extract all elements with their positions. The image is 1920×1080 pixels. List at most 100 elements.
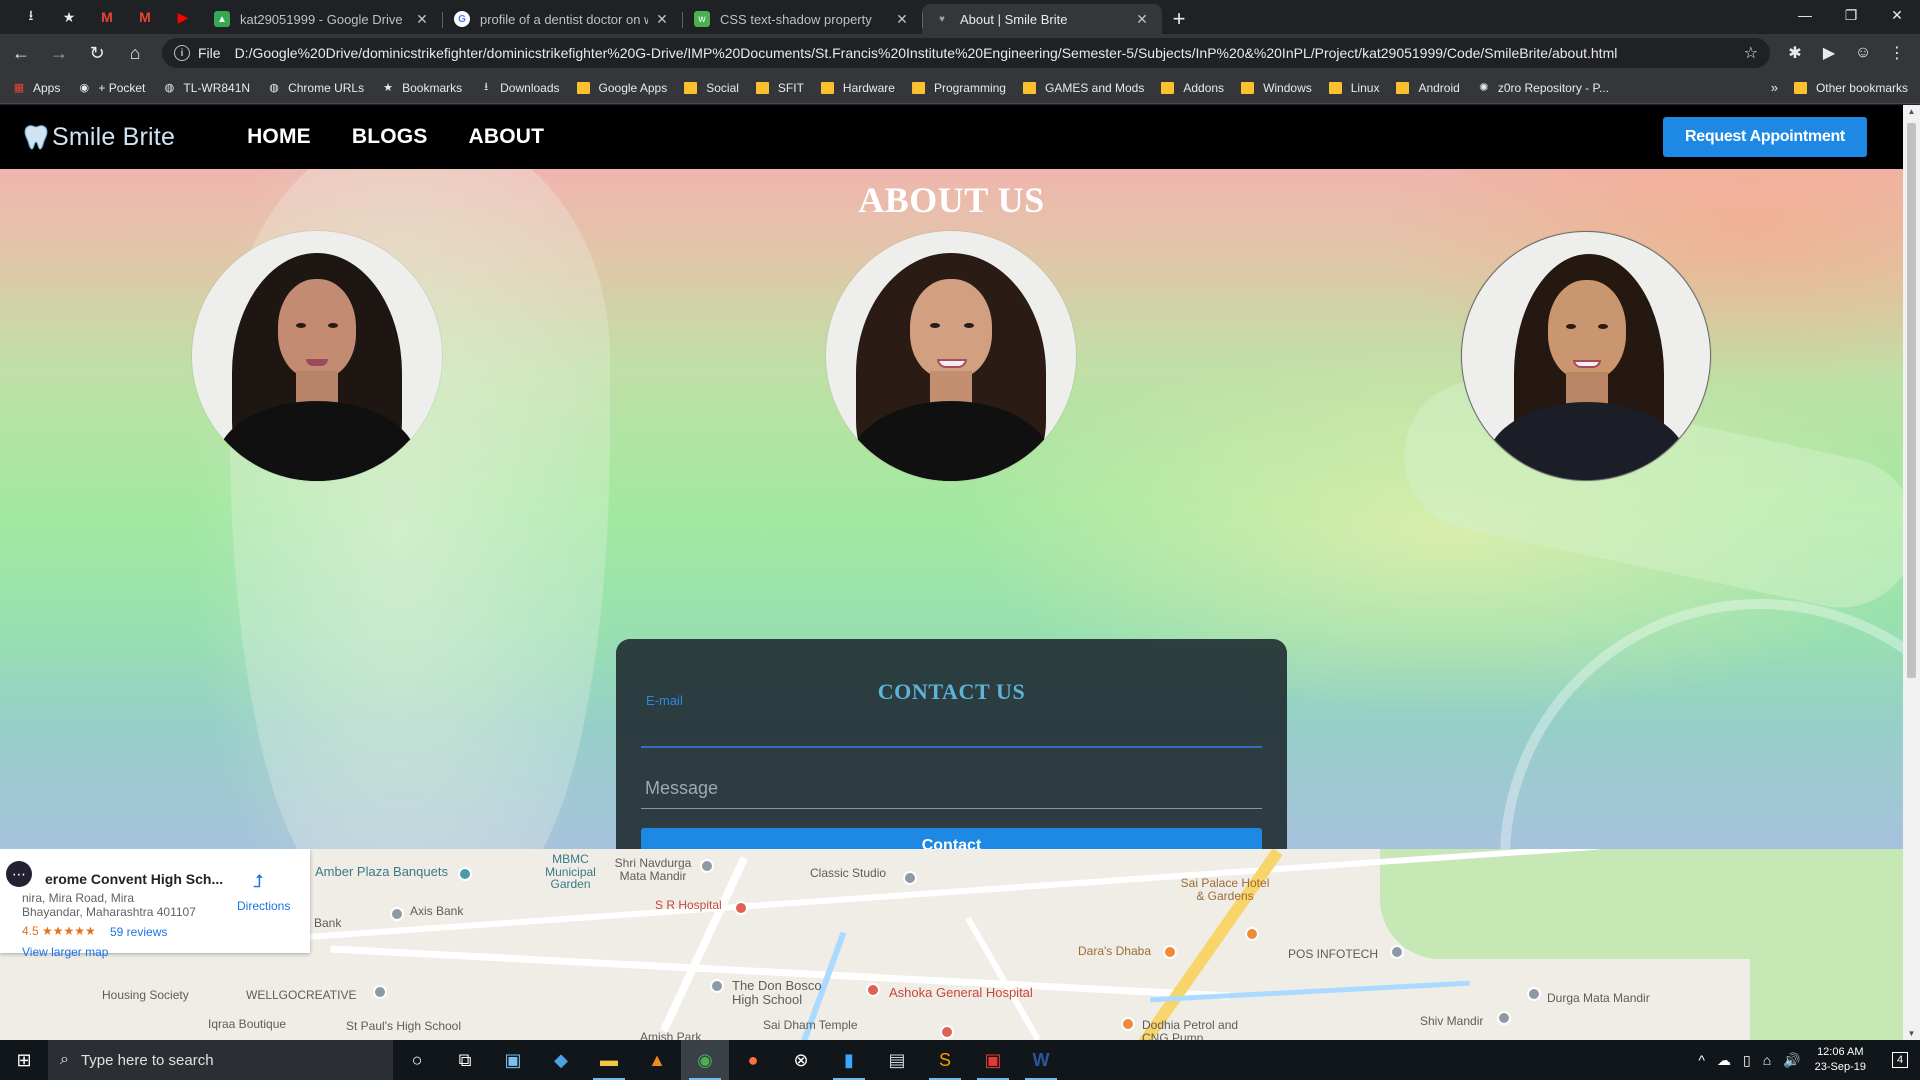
site-logo[interactable]: Smile Brite — [22, 123, 175, 152]
map-pin-icon[interactable] — [734, 901, 748, 915]
cortana-icon[interactable]: ○ — [393, 1040, 441, 1080]
windows-start-icon[interactable]: ⊞ — [0, 1040, 48, 1080]
bookmark-folder[interactable]: Linux — [1328, 81, 1379, 95]
gmail-icon[interactable]: M — [126, 0, 164, 34]
map-place-label[interactable]: WELLGOCREATIVE — [246, 989, 356, 1002]
info-icon[interactable]: i — [174, 45, 190, 61]
bookmark-downloads[interactable]: ⭳ Downloads — [479, 81, 559, 95]
bookmark-other[interactable]: Other bookmarks — [1793, 81, 1908, 95]
nav-home[interactable]: HOME — [247, 125, 311, 149]
control-panel-icon[interactable]: ▣ — [489, 1040, 537, 1080]
bookmark-pocket[interactable]: ◉ + Pocket — [77, 81, 146, 95]
request-appointment-button[interactable]: Request Appointment — [1663, 117, 1867, 157]
chevron-right-icon[interactable]: » — [1771, 80, 1778, 95]
minimize-icon[interactable]: — — [1782, 0, 1828, 30]
profile-avatar-icon[interactable]: ☺ — [1846, 36, 1880, 70]
map-pin-icon[interactable] — [903, 871, 917, 885]
bookmark-z0ro[interactable]: ✺ z0ro Repository - P... — [1477, 81, 1609, 95]
gmail-icon[interactable]: M — [88, 0, 126, 34]
map-pin-icon[interactable] — [710, 979, 724, 993]
bookmark-star-icon[interactable]: ☆ — [1744, 43, 1758, 63]
bookmark-router[interactable]: ◍ TL-WR841N — [162, 81, 251, 95]
map-pin-icon[interactable] — [1121, 1017, 1135, 1031]
bookmark-star-icon[interactable]: ★ — [50, 0, 88, 34]
map-place-label[interactable]: MBMC Municipal Garden — [533, 853, 608, 891]
restore-icon[interactable]: ❐ — [1828, 0, 1874, 30]
view-larger-map-link[interactable]: View larger map — [22, 945, 108, 959]
page-scrollbar[interactable]: ▲ ▼ — [1903, 105, 1920, 1040]
bookmark-folder[interactable]: Hardware — [820, 81, 895, 95]
close-icon[interactable]: ✕ — [414, 11, 430, 28]
directions-link[interactable]: Directions — [237, 899, 290, 913]
map-pin-icon[interactable] — [373, 985, 387, 999]
volume-icon[interactable]: 🔊 — [1783, 1052, 1800, 1069]
map-pin-icon[interactable] — [1163, 945, 1177, 959]
close-icon[interactable]: ✕ — [894, 11, 910, 28]
map-pin-icon[interactable] — [940, 1025, 954, 1039]
word-icon[interactable]: W — [1017, 1040, 1065, 1080]
map-pin-icon[interactable] — [1245, 927, 1259, 941]
map-place-label[interactable]: Iqraa Boutique — [208, 1018, 286, 1031]
close-window-icon[interactable]: ✕ — [1874, 0, 1920, 30]
bookmark-folder[interactable]: SFIT — [755, 81, 804, 95]
address-bar[interactable]: i File D:/Google%20Drive/dominicstrikefi… — [162, 38, 1770, 68]
map-place-label[interactable]: Axis Bank — [410, 905, 463, 918]
onedrive-icon[interactable]: ☁ — [1717, 1052, 1731, 1069]
bookmark-folder[interactable]: Google Apps — [576, 81, 667, 95]
map-place-label[interactable]: Dara's Dhaba — [1078, 945, 1151, 958]
battery-icon[interactable]: ▯ — [1743, 1052, 1751, 1069]
new-tab-button[interactable]: + — [1162, 4, 1196, 34]
map-place-label[interactable]: Ashoka General Hospital — [889, 986, 1033, 1000]
youtube-icon[interactable]: ▶ — [164, 0, 202, 34]
map-place-label[interactable]: Bank — [314, 917, 341, 930]
scroll-up-icon[interactable]: ▲ — [1907, 107, 1916, 116]
close-icon[interactable]: ✕ — [1134, 11, 1150, 28]
scroll-down-icon[interactable]: ▼ — [1907, 1029, 1916, 1038]
map-pin-icon[interactable] — [458, 867, 472, 881]
taskbar-search[interactable]: ⌕ Type here to search — [48, 1040, 393, 1080]
vlc-icon[interactable]: ▲ — [633, 1040, 681, 1080]
home-icon[interactable]: ⌂ — [118, 36, 152, 70]
map-pin-icon[interactable] — [1390, 945, 1404, 959]
map-place-label[interactable]: Classic Studio — [810, 867, 886, 880]
file-explorer-icon[interactable]: ▬ — [585, 1040, 633, 1080]
chrome-icon[interactable]: ◉ — [681, 1040, 729, 1080]
task-view-icon[interactable]: ⧉ — [441, 1040, 489, 1080]
app-icon[interactable]: ▣ — [969, 1040, 1017, 1080]
back-arrow-icon[interactable]: ← — [4, 36, 38, 70]
nav-blogs[interactable]: BLOGS — [352, 125, 428, 149]
tab-dentist-search[interactable]: G profile of a dentist doctor on website… — [442, 4, 682, 34]
map-place-label[interactable]: Housing Society — [102, 989, 189, 1002]
map-place-label[interactable]: Shri Navdurga Mata Mandir — [608, 857, 698, 882]
embedded-map[interactable]: Amber Plaza Banquets MBMC Municipal Gard… — [0, 849, 1903, 1040]
map-place-label[interactable]: Sai Palace Hotel & Gardens — [1175, 877, 1275, 902]
bookmark-chrome-urls[interactable]: ◍ Chrome URLs — [267, 81, 364, 95]
reload-icon[interactable]: ↻ — [80, 36, 114, 70]
map-pin-icon[interactable] — [390, 907, 404, 921]
close-icon[interactable]: ✕ — [654, 11, 670, 28]
map-place-label[interactable]: Durga Mata Mandir — [1547, 992, 1650, 1005]
forward-arrow-icon[interactable]: → — [42, 36, 76, 70]
map-place-label[interactable]: S R Hospital — [655, 899, 722, 912]
firefox-icon[interactable]: ● — [729, 1040, 777, 1080]
contact-button[interactable]: Contact — [641, 828, 1262, 849]
extensions-puzzle-icon[interactable]: ✱ — [1778, 36, 1812, 70]
map-place-label[interactable]: The Don Bosco High School — [732, 979, 822, 1006]
message-field[interactable] — [641, 769, 1262, 809]
place-reviews-link[interactable]: 59 reviews — [110, 925, 167, 939]
map-place-label[interactable]: Amber Plaza Banquets — [315, 865, 448, 879]
bookmark-folder[interactable]: Addons — [1161, 81, 1224, 95]
scrollbar-thumb[interactable] — [1907, 123, 1916, 678]
bookmark-folder[interactable]: Social — [684, 81, 739, 95]
xbox-icon[interactable]: ⊗ — [777, 1040, 825, 1080]
tab-css-text-shadow[interactable]: w CSS text-shadow property ✕ — [682, 4, 922, 34]
map-place-label[interactable]: Dodhia Petrol and CNG Pump — [1142, 1019, 1252, 1040]
map-pin-icon[interactable] — [866, 983, 880, 997]
download-icon[interactable]: ⭳ — [12, 0, 50, 34]
map-place-label[interactable]: POS INFOTECH — [1288, 948, 1378, 961]
chevron-up-icon[interactable]: ^ — [1698, 1052, 1705, 1068]
app-icon[interactable]: ▮ — [825, 1040, 873, 1080]
tab-about-smile-brite[interactable]: ♥ About | Smile Brite ✕ — [922, 4, 1162, 34]
map-place-label[interactable]: Sai Dham Temple — [763, 1019, 858, 1032]
bookmark-folder[interactable]: GAMES and Mods — [1022, 81, 1144, 95]
